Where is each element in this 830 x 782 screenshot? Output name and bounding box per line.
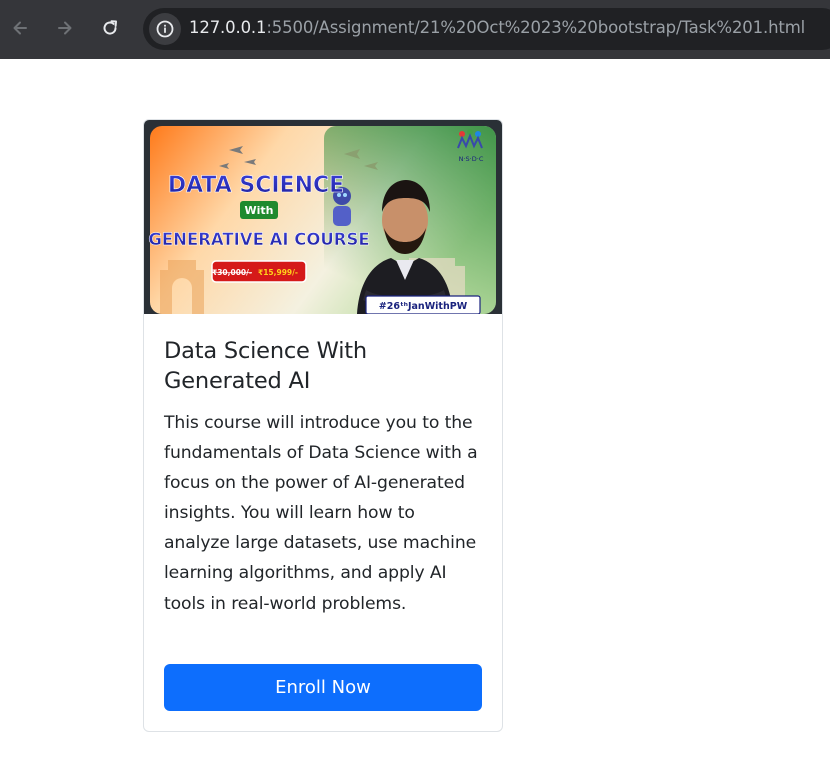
banner-price-new: ₹15,999/- — [258, 268, 298, 277]
card-text: This course will introduce you to the fu… — [164, 413, 478, 614]
banner-headline-1: DATA SCIENCE — [168, 173, 344, 198]
enroll-now-button[interactable]: Enroll Now — [164, 664, 482, 711]
banner-headline-2: GENERATIVE AI COURSE — [148, 230, 369, 249]
browser-toolbar: 127.0.0.1:5500/Assignment/21%20Oct%2023%… — [0, 0, 830, 59]
info-icon — [156, 20, 174, 38]
reload-icon — [103, 20, 117, 35]
forward-button[interactable] — [49, 12, 81, 44]
banner-headline-with: With — [245, 204, 274, 217]
card-title: Data Science With Generated AI — [164, 338, 367, 394]
site-info-button[interactable] — [149, 13, 181, 45]
banner-price-old: ₹30,000/- — [212, 268, 252, 277]
url-host: 127.0.0.1 — [189, 18, 267, 37]
address-bar[interactable]: 127.0.0.1:5500/Assignment/21%20Oct%2023%… — [143, 8, 830, 50]
nsdc-logo-text: N·S·D·C — [459, 155, 484, 163]
back-button[interactable] — [4, 12, 36, 44]
card-body: Data Science With Generated AI This cour… — [164, 336, 484, 619]
arrow-right-icon — [58, 21, 72, 35]
course-card: DATA SCIENCE With GENERATIVE AI COURSE ₹… — [143, 119, 503, 732]
course-banner-image: DATA SCIENCE With GENERATIVE AI COURSE ₹… — [144, 120, 502, 314]
arrow-left-icon — [13, 21, 27, 35]
url-path: :5500/Assignment/21%20Oct%2023%20bootstr… — [266, 18, 806, 37]
url-text[interactable]: 127.0.0.1:5500/Assignment/21%20Oct%2023%… — [189, 18, 805, 37]
reload-button[interactable] — [94, 12, 126, 44]
banner-hashtag: #26ᵗʰJanWithPW — [379, 301, 468, 312]
